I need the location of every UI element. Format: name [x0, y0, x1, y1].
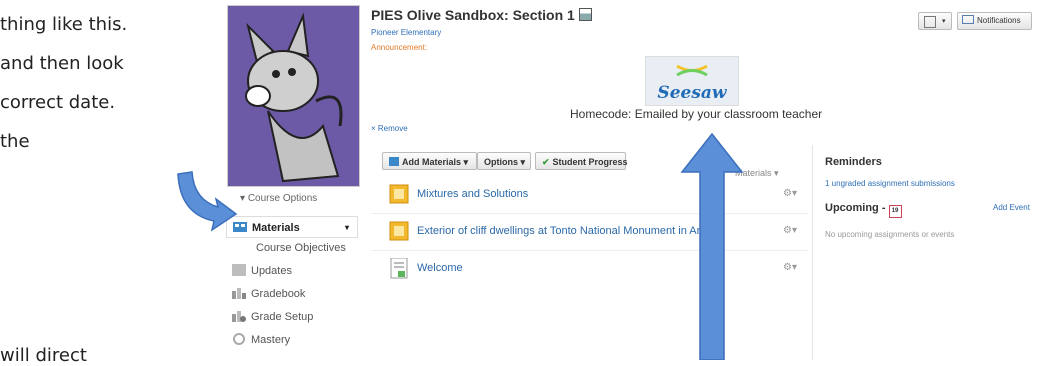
mastery-icon: [232, 331, 246, 345]
sidebar-item-grade-setup[interactable]: Grade Setup: [226, 306, 358, 328]
overlay-text-5: will direct: [0, 345, 87, 366]
course-options-toggle[interactable]: ▾ Course Options: [226, 189, 358, 209]
school-name[interactable]: Pioneer Elementary: [371, 28, 441, 37]
grade-setup-icon: [232, 308, 246, 322]
sidebar-item-label: Grade Setup: [251, 311, 314, 323]
overlay-text-3: correct date.: [0, 92, 116, 113]
wolf-mascot-icon: [228, 6, 359, 186]
options-button[interactable]: Options ▾: [477, 152, 531, 170]
materials-icon: [389, 157, 399, 166]
remove-link[interactable]: × Remove: [371, 124, 408, 133]
no-upcoming-text: No upcoming assignments or events: [825, 230, 955, 239]
student-progress-button[interactable]: ✔ Student Progress: [535, 152, 628, 170]
layout-icon: [924, 16, 936, 28]
chevron-down-icon: ▾: [942, 18, 946, 25]
overlay-text-1: thing like this.: [0, 14, 128, 35]
material-title[interactable]: Welcome: [417, 262, 463, 274]
sidebar-item-gradebook[interactable]: Gradebook: [226, 283, 358, 305]
gear-icon[interactable]: ⚙▾: [783, 188, 797, 199]
folder-icon: [389, 184, 409, 204]
sidebar-item-course-objectives[interactable]: Course Objectives: [226, 237, 358, 259]
sidebar-item-label: Updates: [251, 265, 292, 277]
envelope-icon: [962, 15, 974, 24]
page-title-text: PIES Olive Sandbox: Section 1: [371, 7, 575, 23]
sidebar-item-label: Materials: [252, 222, 300, 234]
materials-icon: [233, 219, 247, 232]
page-icon: [389, 257, 409, 279]
material-title[interactable]: Mixtures and Solutions: [417, 188, 528, 200]
sidebar-item-label: Mastery: [251, 334, 291, 346]
sidebar-item-updates[interactable]: Updates: [226, 260, 358, 282]
material-title[interactable]: Exterior of cliff dwellings at Tonto Nat…: [417, 225, 708, 237]
add-materials-label: Add Materials ▾: [402, 157, 469, 167]
calendar-icon[interactable]: 19: [888, 205, 902, 218]
seesaw-logo-text: Seesaw: [657, 83, 727, 103]
sidebar-item-mastery[interactable]: Mastery: [226, 329, 358, 351]
list-item[interactable]: Exterior of cliff dwellings at Tonto Nat…: [371, 214, 808, 251]
list-item[interactable]: Mixtures and Solutions ⚙▾: [371, 177, 808, 214]
upcoming-title: Upcoming - 19: [825, 202, 902, 218]
sidebar-item-label: Course Objectives: [256, 242, 346, 254]
course-info-icon[interactable]: [578, 8, 592, 21]
add-materials-button[interactable]: Add Materials ▾: [382, 152, 477, 170]
gear-icon[interactable]: ⚙▾: [783, 225, 797, 236]
add-event-link[interactable]: Add Event: [993, 203, 1030, 212]
overlay-text-2: and then look: [0, 53, 124, 74]
folder-icon: [389, 221, 409, 241]
page-title: PIES Olive Sandbox: Section 1: [371, 7, 592, 23]
student-progress-label: Student Progress: [552, 157, 628, 167]
chevron-down-icon: ▾: [344, 223, 349, 232]
overlay-text-4: the: [0, 131, 30, 152]
announcement-label: Announcement:: [371, 43, 428, 52]
column-divider: [812, 145, 813, 360]
gear-icon[interactable]: ⚙▾: [783, 262, 797, 273]
sidebar-item-label: Gradebook: [251, 288, 306, 300]
reminders-title: Reminders: [825, 156, 882, 168]
view-toggle-button[interactable]: ▾: [918, 12, 952, 30]
seesaw-mark-icon: [676, 64, 708, 77]
ungraded-submissions-link[interactable]: 1 ungraded assignment submissions: [825, 179, 955, 188]
notifications-label: Notifications: [977, 16, 1021, 25]
options-label: Options ▾: [484, 157, 526, 167]
course-options-label: Course Options: [247, 193, 318, 204]
notifications-button[interactable]: Notifications: [957, 12, 1032, 30]
upcoming-label: Upcoming -: [825, 202, 886, 214]
course-profile-image: [227, 5, 360, 187]
homecode-text: Homecode: Emailed by your classroom teac…: [570, 107, 823, 121]
checkmark-icon: ✔: [542, 157, 550, 167]
list-item[interactable]: Welcome ⚙▾: [371, 251, 808, 287]
gradebook-icon: [232, 285, 246, 299]
seesaw-logo: Seesaw: [645, 56, 739, 106]
updates-icon: [232, 262, 246, 276]
sidebar-item-materials[interactable]: Materials ▾: [226, 216, 358, 238]
